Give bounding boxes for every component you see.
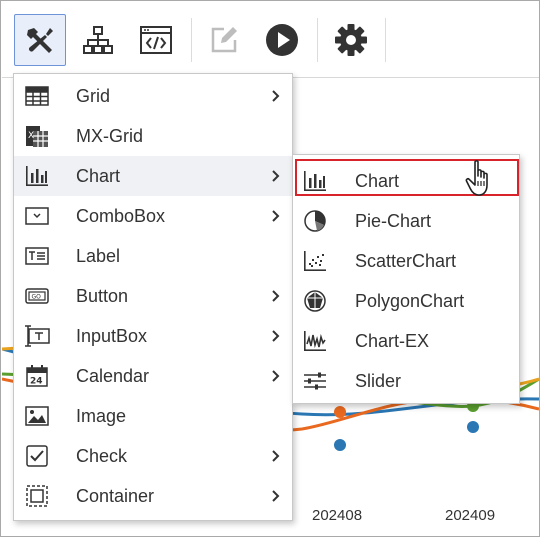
menu-item-label: Calendar bbox=[76, 365, 150, 386]
menu-item-label: Container bbox=[76, 485, 155, 506]
component-menu: Grid X MX-Grid Chart ComboBox Label GO B… bbox=[13, 73, 293, 521]
x-axis-label: 202408 bbox=[312, 507, 363, 524]
toolbar bbox=[2, 2, 539, 78]
slider-icon bbox=[302, 368, 328, 394]
inputbox-icon bbox=[24, 323, 50, 349]
menu-item-label: Image bbox=[76, 405, 127, 426]
menu-item-label: InputBox bbox=[76, 325, 148, 346]
x-axis-label: 202409 bbox=[445, 507, 496, 524]
chart-point bbox=[334, 439, 346, 451]
menu-item-mx-grid[interactable]: X MX-Grid bbox=[14, 116, 292, 156]
settings-button[interactable] bbox=[325, 14, 377, 66]
chevron-right-icon bbox=[272, 210, 280, 222]
play-button[interactable] bbox=[256, 14, 308, 66]
hierarchy-icon bbox=[83, 26, 113, 54]
menu-item-combobox[interactable]: ComboBox bbox=[14, 196, 292, 236]
menu-item-container[interactable]: Container bbox=[14, 476, 292, 516]
chart-ex-icon bbox=[302, 328, 328, 354]
polygon-chart-icon bbox=[302, 288, 328, 314]
svg-text:X: X bbox=[28, 131, 34, 141]
menu-item-label[interactable]: Label bbox=[14, 236, 292, 276]
hand-cursor-icon bbox=[465, 160, 488, 196]
mx-grid-icon: X bbox=[24, 123, 50, 149]
menu-item-image[interactable]: Image bbox=[14, 396, 292, 436]
toolbar-separator bbox=[385, 18, 386, 62]
gear-icon bbox=[335, 24, 367, 56]
chevron-right-icon bbox=[272, 450, 280, 462]
submenu-item-chart-ex[interactable]: Chart-EX bbox=[293, 321, 519, 361]
submenu-item-label: ScatterChart bbox=[355, 250, 457, 271]
chart-point bbox=[334, 406, 346, 418]
edit-button[interactable] bbox=[198, 14, 250, 66]
play-icon bbox=[266, 24, 298, 56]
menu-item-button[interactable]: GO Button bbox=[14, 276, 292, 316]
chevron-right-icon bbox=[272, 490, 280, 502]
toolbar-separator bbox=[191, 18, 192, 62]
bar-chart-icon bbox=[24, 163, 50, 189]
menu-item-label: Chart bbox=[76, 165, 121, 186]
pie-chart-icon bbox=[302, 208, 328, 234]
code-window-button[interactable] bbox=[130, 14, 182, 66]
toolbar-separator bbox=[317, 18, 318, 62]
chevron-right-icon bbox=[272, 90, 280, 102]
chevron-right-icon bbox=[272, 370, 280, 382]
code-window-icon bbox=[140, 26, 172, 54]
edit-icon bbox=[211, 27, 237, 53]
menu-item-label: Label bbox=[76, 245, 121, 266]
combobox-icon bbox=[24, 203, 50, 229]
submenu-item-slider[interactable]: Slider bbox=[293, 361, 519, 401]
menu-item-label: Check bbox=[76, 445, 128, 466]
menu-item-label: Button bbox=[76, 285, 129, 306]
button-icon: GO bbox=[24, 283, 50, 309]
calendar-icon: 24 bbox=[24, 363, 50, 389]
menu-item-chart[interactable]: Chart bbox=[14, 156, 292, 196]
menu-item-grid[interactable]: Grid bbox=[14, 76, 292, 116]
chart-point bbox=[467, 421, 479, 433]
tools-button[interactable] bbox=[14, 14, 66, 66]
submenu-item-label: Pie-Chart bbox=[355, 210, 432, 231]
chevron-right-icon bbox=[272, 170, 280, 182]
menu-item-calendar[interactable]: 24 Calendar bbox=[14, 356, 292, 396]
menu-item-check[interactable]: Check bbox=[14, 436, 292, 476]
container-icon bbox=[24, 483, 50, 509]
chevron-right-icon bbox=[272, 330, 280, 342]
submenu-item-label: PolygonChart bbox=[355, 290, 465, 311]
scatter-chart-icon bbox=[302, 248, 328, 274]
tools-icon bbox=[27, 28, 53, 53]
submenu-item-polygon-chart[interactable]: PolygonChart bbox=[293, 281, 519, 321]
grid-icon bbox=[24, 83, 50, 109]
label-icon bbox=[24, 243, 50, 269]
image-icon bbox=[24, 403, 50, 429]
chevron-right-icon bbox=[272, 290, 280, 302]
menu-item-label: MX-Grid bbox=[76, 125, 143, 146]
checkbox-icon bbox=[24, 443, 50, 469]
hierarchy-button[interactable] bbox=[72, 14, 124, 66]
submenu-item-label: Chart-EX bbox=[355, 330, 430, 351]
svg-text:24: 24 bbox=[30, 377, 43, 387]
designer-window: 202408 202409 Grid X MX-Grid Chart Combo… bbox=[0, 0, 540, 537]
menu-item-label: ComboBox bbox=[76, 205, 166, 226]
menu-item-inputbox[interactable]: InputBox bbox=[14, 316, 292, 356]
menu-item-label: Grid bbox=[76, 85, 111, 106]
submenu-item-pie-chart[interactable]: Pie-Chart bbox=[293, 201, 519, 241]
submenu-item-label: Slider bbox=[355, 370, 402, 391]
submenu-item-scatter-chart[interactable]: ScatterChart bbox=[293, 241, 519, 281]
svg-text:GO: GO bbox=[32, 294, 42, 301]
